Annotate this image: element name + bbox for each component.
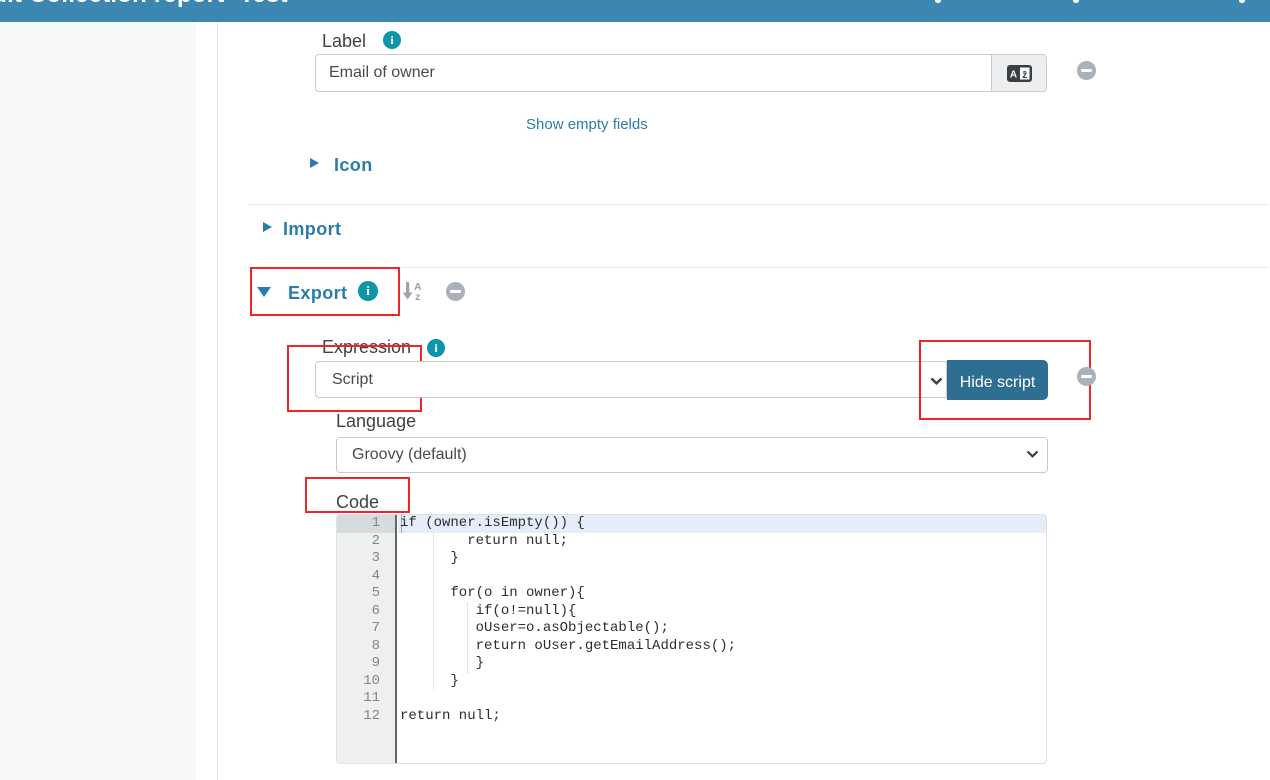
svg-text:z: z <box>415 291 420 301</box>
svg-text:A: A <box>1010 70 1017 81</box>
svg-text:z̄: z̄ <box>1022 70 1027 81</box>
